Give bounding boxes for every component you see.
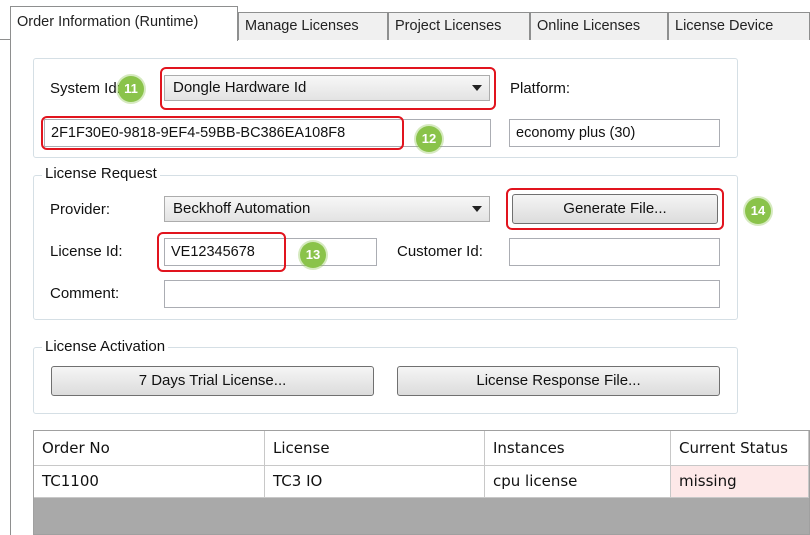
table-row-instances[interactable]: cpu license (485, 466, 671, 498)
comment-label: Comment: (50, 285, 120, 302)
platform-label: Platform: (510, 80, 571, 97)
license-request-legend: License Request (42, 165, 160, 183)
callout-badge-11: 11 (118, 76, 144, 102)
callout-highlight-system-id-type (160, 67, 496, 110)
trial-license-button[interactable]: 7 Days Trial License... (51, 366, 374, 396)
order-table: Order No License Instances Current Statu… (33, 430, 810, 535)
license-id-label: License Id: (50, 243, 123, 260)
callout-badge-12: 12 (416, 126, 442, 152)
column-header-instances[interactable]: Instances (485, 431, 671, 466)
license-activation-legend: License Activation (42, 338, 169, 356)
callout-badge-14: 14 (745, 198, 771, 224)
provider-value: Beckhoff Automation (173, 200, 311, 217)
chevron-down-icon (472, 206, 482, 212)
tab-license-device[interactable]: License Device (668, 12, 810, 40)
comment-field[interactable] (164, 280, 720, 308)
provider-dropdown[interactable]: Beckhoff Automation (164, 196, 490, 222)
tab-order-information[interactable]: Order Information (Runtime) (10, 6, 238, 41)
system-id-label: System Id: (50, 80, 121, 97)
callout-highlight-generate-file (506, 188, 724, 230)
customer-id-field[interactable] (509, 238, 720, 266)
callout-badge-13: 13 (300, 242, 326, 268)
tab-bar: Order Information (Runtime) Manage Licen… (0, 0, 810, 41)
customer-id-label: Customer Id: (397, 243, 483, 260)
callout-highlight-system-id-value (41, 116, 404, 150)
callout-highlight-license-id (157, 232, 286, 272)
column-header-license[interactable]: License (265, 431, 485, 466)
tab-manage-licenses[interactable]: Manage Licenses (238, 12, 388, 40)
license-response-file-button[interactable]: License Response File... (397, 366, 720, 396)
table-row-order-no[interactable]: TC1100 (34, 466, 265, 498)
platform-field[interactable]: economy plus (30) (509, 119, 720, 147)
column-header-current-status[interactable]: Current Status (671, 431, 809, 466)
table-row-status-badge[interactable]: missing (671, 466, 809, 498)
tab-project-licenses[interactable]: Project Licenses (388, 12, 530, 40)
provider-label: Provider: (50, 201, 111, 218)
table-row-license[interactable]: TC3 IO (265, 466, 485, 498)
column-header-order-no[interactable]: Order No (34, 431, 265, 466)
tab-online-licenses[interactable]: Online Licenses (530, 12, 668, 40)
